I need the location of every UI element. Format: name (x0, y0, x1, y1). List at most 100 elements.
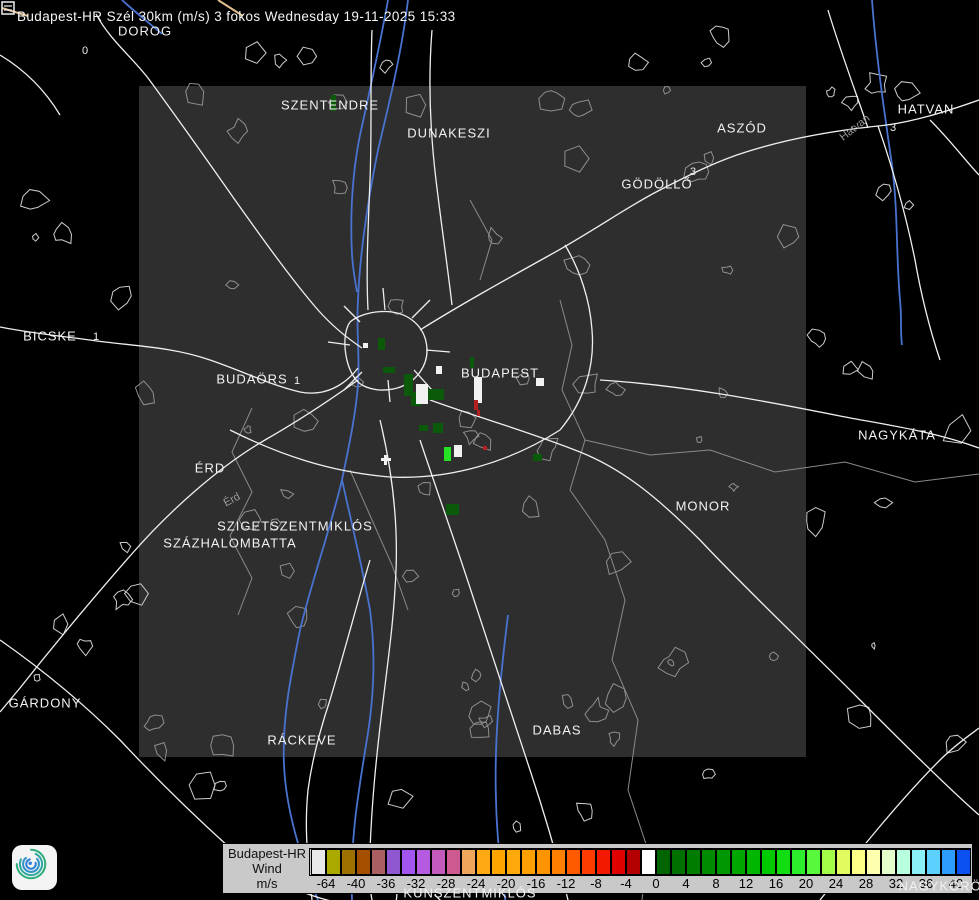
wind-echo (416, 384, 428, 404)
title-icon (0, 0, 18, 16)
legend-color-cell (551, 849, 566, 875)
city-label: DOROG (118, 24, 172, 39)
city-label: DUNAKESZI (407, 126, 490, 141)
legend-color-cell (371, 849, 386, 875)
legend-color-cell (911, 849, 926, 875)
road-number-label: 3 (890, 122, 896, 134)
legend-color-cell (626, 849, 641, 875)
legend-color-cell (446, 849, 461, 875)
legend-tick-value: 8 (712, 876, 719, 891)
city-label: GÖDÖLLŐ (621, 177, 692, 192)
wind-echo (427, 389, 444, 400)
legend-color-cell (461, 849, 476, 875)
legend-color-cell (656, 849, 671, 875)
legend-color-cell (956, 849, 971, 875)
legend-color-cell (896, 849, 911, 875)
legend-tick-value: 28 (859, 876, 873, 891)
legend-units-label: m/s (223, 876, 311, 891)
legend-color-cell (431, 849, 446, 875)
legend-tick-value: -8 (590, 876, 602, 891)
city-label: SZÁZHALOMBATTA (163, 536, 296, 551)
wind-echo (474, 400, 478, 410)
legend-color-cell (716, 849, 731, 875)
legend-color-cell (641, 849, 656, 875)
wind-echo (384, 455, 387, 465)
legend-color-cell (761, 849, 776, 875)
wind-echo (483, 446, 487, 450)
legend-color-cell (851, 849, 866, 875)
legend-tick-value: 20 (799, 876, 813, 891)
city-label: GÁRDONY (9, 696, 82, 711)
legend-color-cell (311, 849, 326, 875)
radar-coverage-box (139, 86, 806, 757)
legend-field-label: Wind (223, 861, 311, 876)
city-label: RÁCKEVE (267, 733, 336, 748)
legend-tick-value: -4 (620, 876, 632, 891)
legend-tick-value: -40 (347, 876, 366, 891)
wind-echo (533, 454, 542, 461)
legend-color-cell (356, 849, 371, 875)
legend-tick-value: 24 (829, 876, 843, 891)
legend-color-cell (341, 849, 356, 875)
legend-caption: Budapest-HR Wind m/s (223, 846, 311, 891)
legend-color-cell (836, 849, 851, 875)
city-label: SZIGETSZENTMIKLÓS (217, 519, 373, 534)
legend-color-cell (596, 849, 611, 875)
city-label: MONOR (676, 499, 731, 514)
city-label: NAGYKŐRÖS (899, 879, 979, 894)
legend-color-cell (386, 849, 401, 875)
legend-color-cell (881, 849, 896, 875)
city-label: ASZÓD (717, 121, 767, 136)
legend-color-cell (776, 849, 791, 875)
legend-source-label: Budapest-HR (223, 846, 311, 861)
wind-spiral-icon (12, 845, 50, 883)
legend-color-cell (701, 849, 716, 875)
legend-tick-value: 0 (652, 876, 659, 891)
wind-echo (444, 447, 451, 461)
legend-color-cell (611, 849, 626, 875)
wind-echo (446, 504, 459, 515)
legend-color-cell (746, 849, 761, 875)
wind-echo (383, 367, 395, 373)
legend-color-cell (941, 849, 956, 875)
legend-color-cell (536, 849, 551, 875)
city-label: DABAS (532, 723, 581, 738)
wind-echo (454, 445, 462, 457)
road-number-label: 0 (82, 45, 88, 57)
legend-tick-value: -12 (557, 876, 576, 891)
city-label: BUDAPEST (461, 366, 539, 381)
legend-color-cell (926, 849, 941, 875)
city-label: HATVAN (898, 102, 955, 117)
wind-echo (433, 423, 443, 433)
legend-color-cell (791, 849, 806, 875)
city-label: NAGYKÁTA (858, 428, 936, 443)
legend-color-cell (416, 849, 431, 875)
wind-echo (436, 366, 442, 374)
city-label: BUDAÖRS (216, 372, 287, 387)
legend-color-cell (566, 849, 581, 875)
city-label: KUNSZENTMIKLÓS (403, 886, 536, 900)
legend-tick-value: 4 (682, 876, 689, 891)
color-scale-legend: Budapest-HR Wind m/s -64-40-36-32-28-24-… (222, 843, 973, 894)
wind-echo (378, 338, 385, 350)
legend-color-cell (521, 849, 536, 875)
legend-color-cell (326, 849, 341, 875)
radar-map-viewport[interactable]: Budapest-HR Szél 30km (m/s) 3 fokos Wedn… (0, 0, 979, 900)
legend-color-cell (686, 849, 701, 875)
weather-app-logo (12, 845, 57, 890)
legend-tick-value: -36 (377, 876, 396, 891)
legend-color-cell (506, 849, 521, 875)
legend-color-cell (731, 849, 746, 875)
wind-echo (477, 410, 480, 416)
city-label: SZENTENDRE (281, 98, 379, 113)
road-number-label: 1 (294, 375, 300, 387)
legend-color-cell (866, 849, 881, 875)
page-title: Budapest-HR Szél 30km (m/s) 3 fokos Wedn… (17, 9, 456, 24)
legend-tick-value: 16 (769, 876, 783, 891)
legend-tick-value: -64 (317, 876, 336, 891)
legend-color-cell (491, 849, 506, 875)
legend-tick-value: 12 (739, 876, 753, 891)
wind-echo (419, 425, 428, 431)
legend-color-cell (581, 849, 596, 875)
city-label: ÉRD (195, 461, 225, 476)
